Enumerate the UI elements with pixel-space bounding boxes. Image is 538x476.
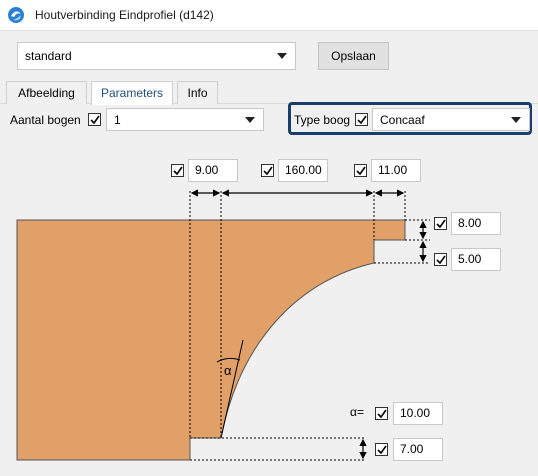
dim-bottom-checkbox[interactable] bbox=[375, 443, 388, 456]
aantal-bogen-label: Aantal bogen bbox=[10, 113, 81, 127]
dim-top-middle-input[interactable]: 160.00 bbox=[278, 159, 328, 182]
aantal-bogen-checkbox[interactable] bbox=[88, 113, 101, 126]
aantal-bogen-value: 1 bbox=[114, 112, 121, 127]
checkmark-icon bbox=[377, 445, 387, 455]
app-logo-icon bbox=[8, 7, 24, 23]
chevron-down-icon bbox=[245, 116, 255, 123]
type-boog-label: Type boog bbox=[294, 113, 351, 127]
dim-bottom-input[interactable]: 7.00 bbox=[393, 438, 443, 461]
type-boog-value: Concaaf bbox=[380, 112, 425, 127]
alpha-label: α= bbox=[350, 405, 364, 419]
tab-info[interactable]: Info bbox=[177, 81, 218, 104]
chevron-down-icon bbox=[277, 53, 287, 59]
dim-right-upper-checkbox[interactable] bbox=[434, 217, 447, 230]
angle-alpha-symbol: α bbox=[224, 363, 232, 378]
aantal-bogen-select[interactable]: 1 bbox=[106, 108, 264, 131]
type-boog-checkbox[interactable] bbox=[355, 113, 368, 126]
dim-top-left-checkbox[interactable] bbox=[171, 164, 184, 177]
checkmark-icon bbox=[377, 409, 387, 419]
alpha-input[interactable]: 10.00 bbox=[393, 402, 443, 425]
profile-shape bbox=[16, 219, 406, 461]
dim-right-upper-input[interactable]: 8.00 bbox=[451, 212, 501, 235]
dim-right-lower-input[interactable]: 5.00 bbox=[451, 248, 501, 271]
checkmark-icon bbox=[90, 115, 100, 125]
chevron-down-icon bbox=[511, 116, 521, 123]
dim-top-left-input[interactable]: 9.00 bbox=[188, 159, 238, 182]
dim-top-right-input[interactable]: 11.00 bbox=[371, 159, 421, 182]
checkmark-icon bbox=[436, 219, 446, 229]
checkmark-icon bbox=[436, 255, 446, 265]
checkmark-icon bbox=[357, 115, 367, 125]
save-button[interactable]: Opslaan bbox=[318, 42, 389, 70]
window-title: Houtverbinding Eindprofiel (d142) bbox=[35, 8, 214, 22]
dim-top-right-checkbox[interactable] bbox=[354, 164, 367, 177]
tab-afbeelding[interactable]: Afbeelding bbox=[6, 81, 87, 104]
profile-select[interactable]: standard bbox=[17, 42, 296, 70]
title-bar: Houtverbinding Eindprofiel (d142) bbox=[0, 0, 538, 31]
type-boog-select[interactable]: Concaaf bbox=[372, 108, 530, 131]
alpha-checkbox[interactable] bbox=[375, 407, 388, 420]
dim-right-lower-checkbox[interactable] bbox=[434, 253, 447, 266]
checkmark-icon bbox=[173, 166, 183, 176]
dim-top-middle-checkbox[interactable] bbox=[261, 164, 274, 177]
checkmark-icon bbox=[263, 166, 273, 176]
profile-drawing bbox=[16, 189, 430, 461]
tab-parameters[interactable]: Parameters bbox=[91, 81, 173, 105]
checkmark-icon bbox=[356, 166, 366, 176]
profile-select-value: standard bbox=[25, 49, 72, 63]
